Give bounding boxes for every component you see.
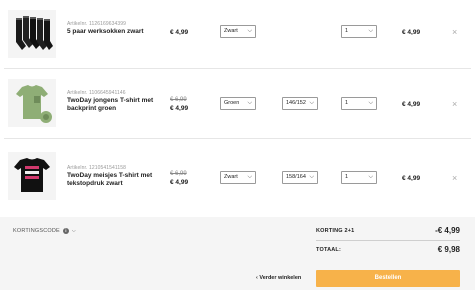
chevron-down-icon: ⌵ <box>309 100 314 106</box>
color-select[interactable]: Zwart ⌵ <box>220 171 256 184</box>
chevron-down-icon: ⌵ <box>247 28 252 34</box>
divider <box>4 68 471 69</box>
summary-divider <box>316 240 460 241</box>
remove-item-button[interactable]: × <box>452 174 457 183</box>
cart-row: Artikelnr. 1106645941146 TwoDay jongens … <box>0 71 475 138</box>
discount-label: KORTING 2+1 <box>316 228 355 234</box>
chevron-left-icon: ‹ <box>256 275 258 281</box>
chevron-down-icon: ⌵ <box>247 100 252 106</box>
product-image-green-tshirt[interactable] <box>8 79 56 127</box>
continue-shopping-label: Verder winkelen <box>259 275 302 281</box>
product-image-black-tshirt[interactable] <box>8 152 56 200</box>
article-number: Artikelnr. 1106645941146 <box>67 90 126 96</box>
row-total: € 4,99 <box>402 101 421 108</box>
price: € 4,99 <box>170 29 189 36</box>
continue-shopping-link[interactable]: ‹ Verder winkelen <box>256 275 301 281</box>
divider <box>4 138 471 139</box>
row-total: € 4,99 <box>402 29 421 36</box>
article-number: Artikelnr. 1126169634399 <box>67 21 127 27</box>
size-select-value: 158/164 <box>286 174 306 180</box>
black-tshirt-image <box>8 152 56 200</box>
coupon-label: KORTINGSCODE <box>13 228 60 234</box>
quantity-select[interactable]: 1 ⌵ <box>341 25 377 38</box>
remove-item-button[interactable]: × <box>452 28 457 37</box>
article-number: Artikelnr. 1210541541158 <box>67 165 127 171</box>
size-select-value: 146/152 <box>286 100 306 106</box>
product-name[interactable]: TwoDay jongens T-shirt met backprint gro… <box>67 97 161 113</box>
product-image-socks[interactable] <box>8 10 56 58</box>
color-select[interactable]: Zwart ⌵ <box>220 25 256 38</box>
price-old: € 6,99 <box>170 97 187 103</box>
size-select[interactable]: 158/164 ⌵ <box>282 171 318 184</box>
price: € 4,99 <box>170 105 189 112</box>
quantity-select[interactable]: 1 ⌵ <box>341 171 377 184</box>
cart-row: Artikelnr. 1126169634399 5 paar werksokk… <box>0 2 475 69</box>
remove-item-button[interactable]: × <box>452 100 457 109</box>
total-label: TOTAAL: <box>316 247 342 253</box>
chevron-down-icon: ⌵ <box>247 174 252 180</box>
quantity-select-value: 1 <box>345 28 349 34</box>
checkout-button[interactable]: Bestellen <box>316 270 460 287</box>
size-select[interactable]: 146/152 ⌵ <box>282 97 318 110</box>
discount-value: -€ 4,99 <box>435 226 460 235</box>
price: € 4,99 <box>170 179 189 186</box>
chevron-down-icon: ⌵ <box>309 174 314 180</box>
product-name[interactable]: TwoDay meisjes T-shirt met tekstopdruk z… <box>67 172 161 188</box>
color-select-value: Zwart <box>224 174 238 180</box>
total-value: € 9,98 <box>437 245 460 254</box>
chevron-down-icon: ⌵ <box>71 228 76 234</box>
chevron-down-icon: ⌵ <box>368 28 373 34</box>
chevron-down-icon: ⌵ <box>368 100 373 106</box>
coupon-toggle[interactable]: KORTINGSCODE i ⌵ <box>13 228 76 234</box>
cart-row: Artikelnr. 1210541541158 TwoDay meisjes … <box>0 143 475 210</box>
color-select-value: Zwart <box>224 28 238 34</box>
info-icon[interactable]: i <box>62 228 69 234</box>
color-select[interactable]: Groen ⌵ <box>220 97 256 110</box>
quantity-select[interactable]: 1 ⌵ <box>341 97 377 110</box>
black-socks-image <box>8 10 56 58</box>
product-name[interactable]: 5 paar werksokken zwart <box>67 28 161 36</box>
chevron-down-icon: ⌵ <box>368 174 373 180</box>
price-old: € 6,99 <box>170 171 187 177</box>
row-total: € 4,99 <box>402 175 421 182</box>
color-select-value: Groen <box>224 100 240 106</box>
quantity-select-value: 1 <box>345 100 349 106</box>
green-tshirt-image <box>8 79 56 127</box>
quantity-select-value: 1 <box>345 174 349 180</box>
